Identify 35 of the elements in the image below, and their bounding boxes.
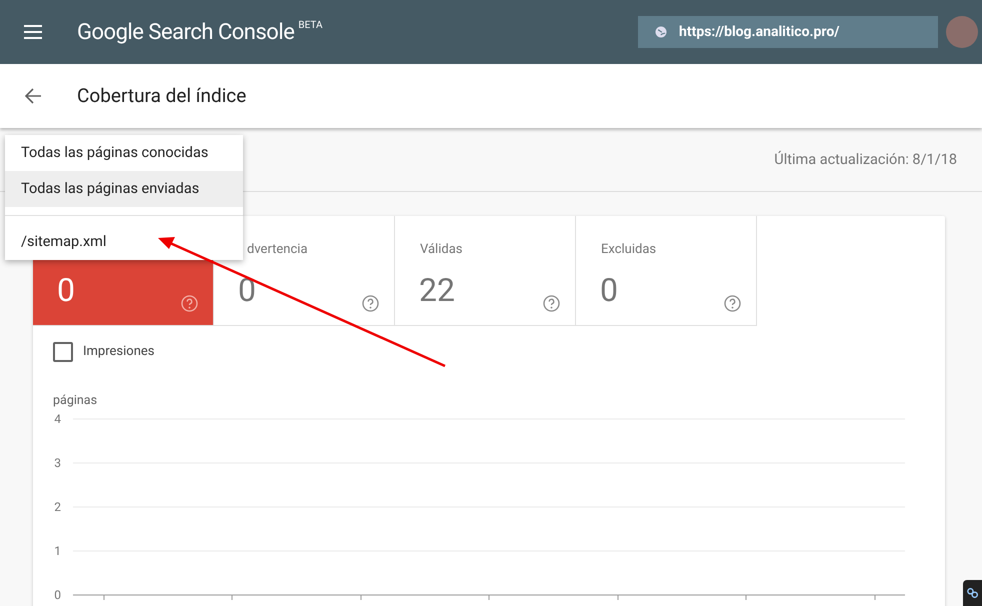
y-tick-label: 0: [54, 589, 61, 601]
last-update-text: Última actualización: 8/1/18: [774, 150, 957, 170]
menu-item[interactable]: Todas las páginas conocidas: [5, 135, 243, 171]
menu-icon: [24, 24, 42, 40]
axis-label: páginas: [53, 392, 98, 410]
checkbox[interactable]: [53, 342, 73, 362]
tile-label: Excluidas: [601, 241, 656, 259]
beta-label: BETA: [298, 18, 322, 32]
product-name: Google Search Console: [77, 18, 294, 46]
tile-value: 0: [600, 274, 618, 306]
tile-value: 0: [57, 274, 75, 306]
tile-label: Válidas: [420, 241, 462, 259]
globe-icon: [655, 26, 667, 38]
tile-value: 22: [419, 274, 455, 306]
status-tile[interactable]: Excluidas 0: [576, 216, 757, 326]
y-tick-label: 2: [54, 501, 61, 513]
checkbox-label: Impresiones: [83, 343, 154, 362]
back-button[interactable]: [24, 87, 42, 105]
help-icon[interactable]: [362, 295, 379, 312]
page-title: Cobertura del índice: [77, 82, 246, 109]
help-icon[interactable]: [724, 295, 741, 312]
y-tick-label: 4: [54, 413, 61, 425]
help-icon[interactable]: [181, 295, 198, 312]
y-tick-label: 3: [54, 457, 61, 469]
property-selector[interactable]: https://blog.analitico.pro/: [638, 16, 938, 48]
back-arrow-icon: [24, 87, 42, 105]
tile-label: dvertencia: [247, 241, 308, 259]
help-icon[interactable]: [543, 295, 560, 312]
y-tick-label: 1: [54, 545, 61, 557]
menu-item[interactable]: /sitemap.xml: [5, 224, 243, 260]
status-tile[interactable]: dvertencia 0: [214, 216, 395, 326]
link-icon[interactable]: [963, 580, 982, 606]
status-tile[interactable]: Válidas 22: [395, 216, 576, 326]
tile-value: 0: [238, 274, 256, 306]
menu-item[interactable]: Todas las páginas enviadas: [5, 171, 243, 207]
